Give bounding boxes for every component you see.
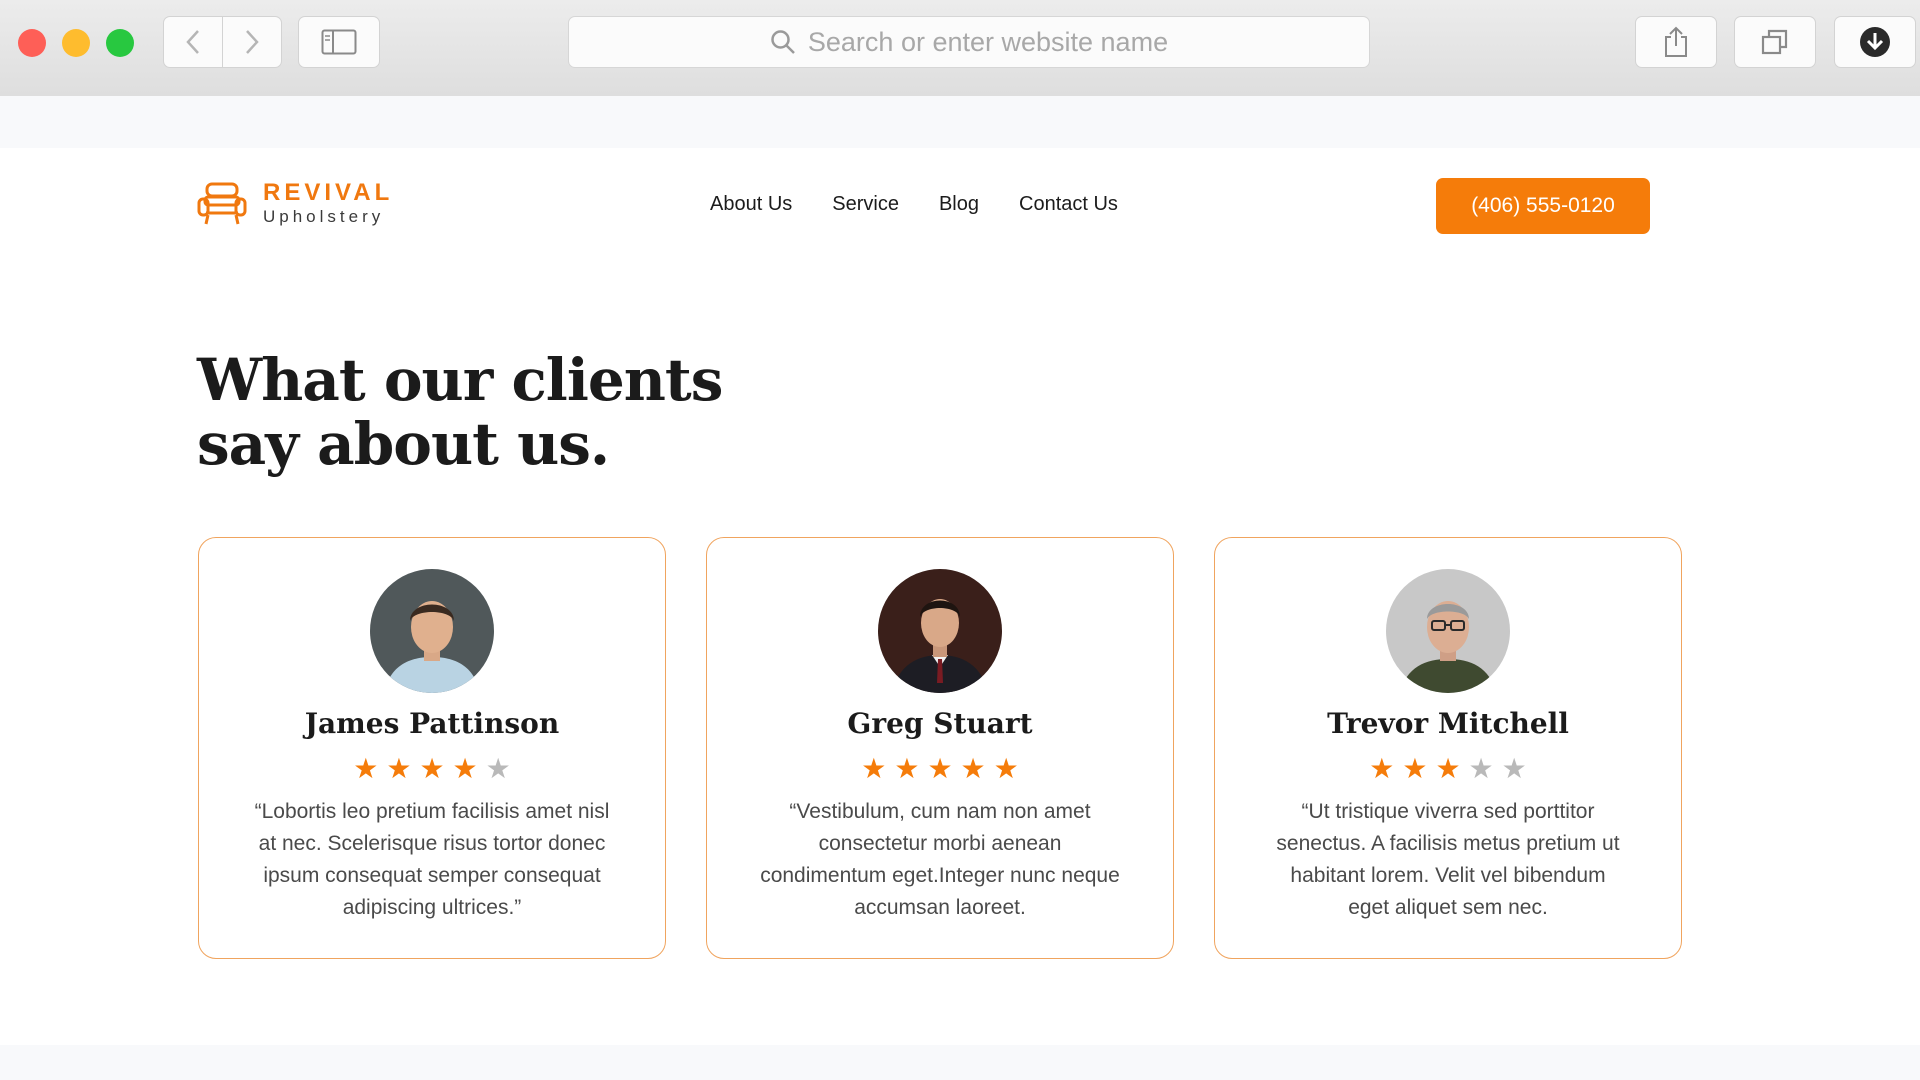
sofa-icon (197, 182, 247, 225)
testimonial-quote: “Ut tristique viverra sed porttitor sene… (1276, 800, 1620, 919)
brand-name: REVIVAL (263, 179, 394, 206)
logo-text: REVIVAL Upholstery (263, 180, 393, 228)
star-filled-icon: ★ (1402, 753, 1428, 784)
download-icon (1860, 27, 1890, 57)
search-icon (771, 30, 795, 54)
sidebar-icon (321, 29, 357, 55)
star-filled-icon: ★ (353, 753, 379, 784)
section-heading: What our clients say about us. (197, 346, 723, 478)
avatar (878, 569, 1002, 693)
maximize-window-button[interactable] (106, 29, 134, 57)
avatar (1386, 569, 1510, 693)
star-filled-icon: ★ (386, 753, 412, 784)
tabs-icon (1761, 29, 1788, 55)
star-filled-icon: ★ (452, 753, 478, 784)
nav-about-us[interactable]: About Us (710, 193, 792, 216)
close-window-button[interactable] (18, 29, 46, 57)
share-button[interactable] (1635, 16, 1717, 68)
brand-tagline: Upholstery (263, 207, 385, 226)
star-filled-icon: ★ (419, 753, 445, 784)
testimonials-list: James Pattinson ★ ★ ★ ★ ★ “Lobortis leo pret… (198, 537, 1682, 959)
star-rating: ★ ★ ★ ★ ★ (353, 754, 511, 784)
star-filled-icon: ★ (861, 753, 887, 784)
back-button[interactable] (164, 17, 222, 67)
testimonial-card: James Pattinson ★ ★ ★ ★ ★ “Lobortis leo pret… (198, 537, 666, 959)
address-placeholder: Search or enter website name (807, 26, 1169, 57)
headline-line-2: say about us. (197, 410, 610, 478)
phone-button[interactable]: (406) 555-0120 (1436, 178, 1650, 234)
address-bar[interactable]: Search or enter website name (568, 16, 1370, 68)
star-filled-icon: ★ (1435, 753, 1461, 784)
window-controls (18, 29, 134, 57)
star-filled-icon: ★ (993, 753, 1019, 784)
share-icon (1665, 26, 1687, 57)
forward-button[interactable] (222, 17, 281, 67)
testimonial-card: Greg Stuart ★ ★ ★ ★ ★ “Vestibulum, cum nam n… (706, 537, 1174, 959)
testimonial-card: Trevor Mitchell ★ ★ ★ ★ ★ “Ut tristique vive… (1214, 537, 1682, 959)
avatar (370, 569, 494, 693)
star-filled-icon: ★ (1369, 753, 1395, 784)
main-nav: About Us Service Blog Contact Us (710, 193, 1118, 216)
reviewer-name: Trevor Mitchell (1327, 707, 1569, 740)
sidebar-toggle-button[interactable] (298, 16, 380, 68)
browser-toolbar: Search or enter website name (0, 0, 1920, 97)
star-filled-icon: ★ (960, 753, 986, 784)
minimize-window-button[interactable] (62, 29, 90, 57)
nav-service[interactable]: Service (832, 193, 899, 216)
reviewer-name: James Pattinson (304, 707, 560, 740)
star-filled-icon: ★ (894, 753, 920, 784)
history-nav (163, 16, 282, 68)
star-empty-icon: ★ (485, 753, 511, 784)
site-logo[interactable]: REVIVAL Upholstery (197, 180, 393, 228)
page-top-band (0, 96, 1920, 148)
star-filled-icon: ★ (927, 753, 953, 784)
chevron-right-icon (246, 30, 259, 54)
chevron-left-icon (186, 30, 199, 54)
tabs-overview-button[interactable] (1734, 16, 1816, 68)
testimonial-quote: “Lobortis leo pretium facilisis amet nis… (254, 800, 610, 919)
testimonial-quote: “Vestibulum, cum nam non amet consectetu… (760, 800, 1120, 919)
reviewer-name: Greg Stuart (847, 707, 1033, 740)
star-rating: ★ ★ ★ ★ ★ (1369, 754, 1527, 784)
star-rating: ★ ★ ★ ★ ★ (861, 754, 1019, 784)
star-empty-icon: ★ (1468, 753, 1494, 784)
page-bottom-band (0, 1045, 1920, 1080)
star-empty-icon: ★ (1501, 753, 1527, 784)
downloads-button[interactable] (1834, 16, 1916, 68)
nav-blog[interactable]: Blog (939, 193, 979, 216)
nav-contact-us[interactable]: Contact Us (1019, 193, 1118, 216)
headline-line-1: What our clients (197, 346, 723, 414)
